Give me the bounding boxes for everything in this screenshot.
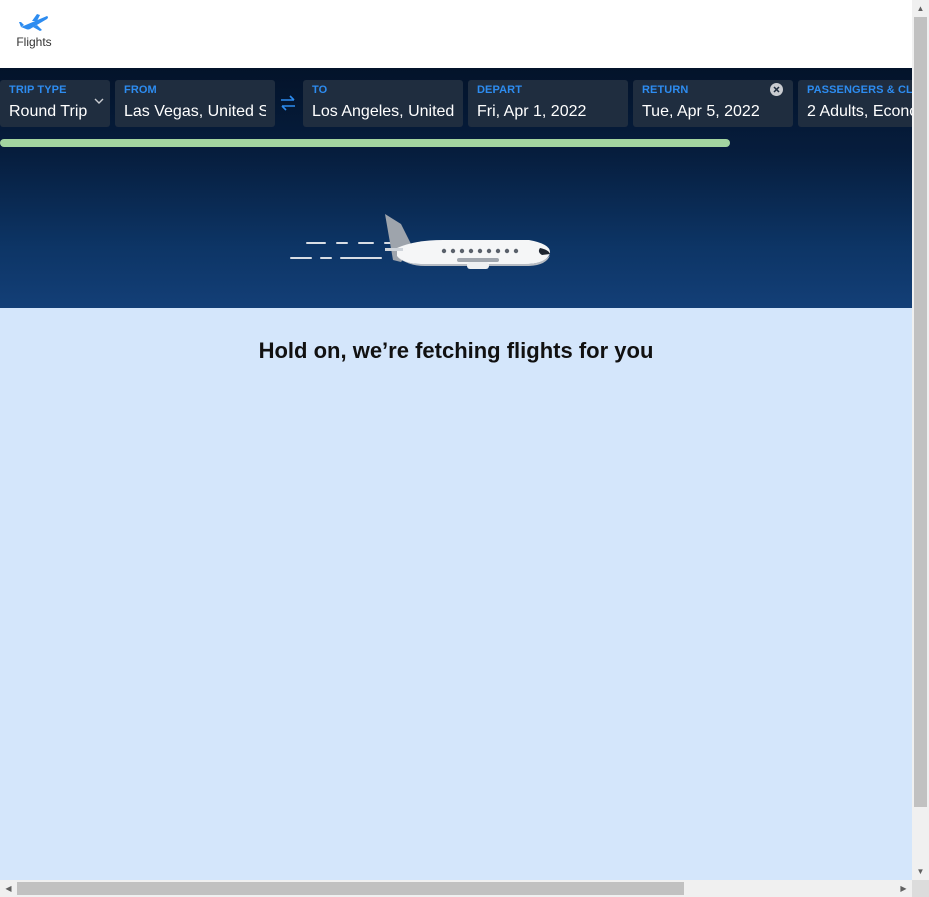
depart-value: Fri, Apr 1, 2022	[477, 103, 587, 120]
nav-flights[interactable]: Flights	[10, 12, 58, 56]
search-hero: TRIP TYPE Round Trip FROM Las Vegas, Uni…	[0, 68, 912, 308]
to-label: TO	[312, 84, 328, 96]
horizontal-scrollbar[interactable]: ◀ ▶	[0, 880, 912, 897]
to-value: Los Angeles, United States	[312, 103, 454, 120]
trip-type-select[interactable]: TRIP TYPE Round Trip	[0, 80, 110, 127]
chevron-down-icon	[94, 98, 104, 104]
vertical-scroll-thumb[interactable]	[914, 17, 927, 807]
from-value: Las Vegas, United States	[124, 103, 266, 120]
scroll-left-arrow[interactable]: ◀	[0, 880, 17, 897]
results-area: Hold on, we’re fetching flights for you	[0, 308, 912, 880]
return-value: Tue, Apr 5, 2022	[642, 103, 760, 120]
return-date-field[interactable]: RETURN Tue, Apr 5, 2022	[633, 80, 793, 127]
progress-fill	[0, 139, 730, 147]
from-label: FROM	[124, 84, 157, 96]
depart-date-field[interactable]: DEPART Fri, Apr 1, 2022	[468, 80, 628, 127]
loading-progress-bar	[0, 139, 912, 147]
top-nav: Flights	[0, 0, 912, 68]
scroll-right-arrow[interactable]: ▶	[895, 880, 912, 897]
return-label: RETURN	[642, 84, 689, 96]
clear-icon[interactable]	[770, 83, 783, 96]
nav-flights-label: Flights	[16, 35, 52, 49]
passengers-class-field[interactable]: PASSENGERS & CLASS 2 Adults, Economy	[798, 80, 912, 127]
trip-type-value: Round Trip	[9, 103, 88, 120]
passengers-value: 2 Adults, Economy	[807, 103, 912, 120]
scroll-down-arrow[interactable]: ▼	[912, 863, 929, 880]
scroll-up-arrow[interactable]: ▲	[912, 0, 929, 17]
trip-type-label: TRIP TYPE	[9, 84, 67, 96]
vertical-scrollbar[interactable]: ▲ ▼	[912, 0, 929, 880]
scrollbar-corner	[912, 880, 929, 897]
swap-arrows-icon[interactable]	[279, 94, 297, 112]
horizontal-scroll-thumb[interactable]	[17, 882, 684, 895]
depart-label: DEPART	[477, 84, 523, 96]
passengers-label: PASSENGERS & CLASS	[807, 84, 912, 96]
airplane-illustration	[290, 214, 551, 269]
airplane-icon	[19, 14, 48, 31]
from-field[interactable]: FROM Las Vegas, United States	[115, 80, 275, 127]
loading-message: Hold on, we’re fetching flights for you	[258, 338, 654, 363]
to-field[interactable]: TO Los Angeles, United States	[303, 80, 463, 127]
